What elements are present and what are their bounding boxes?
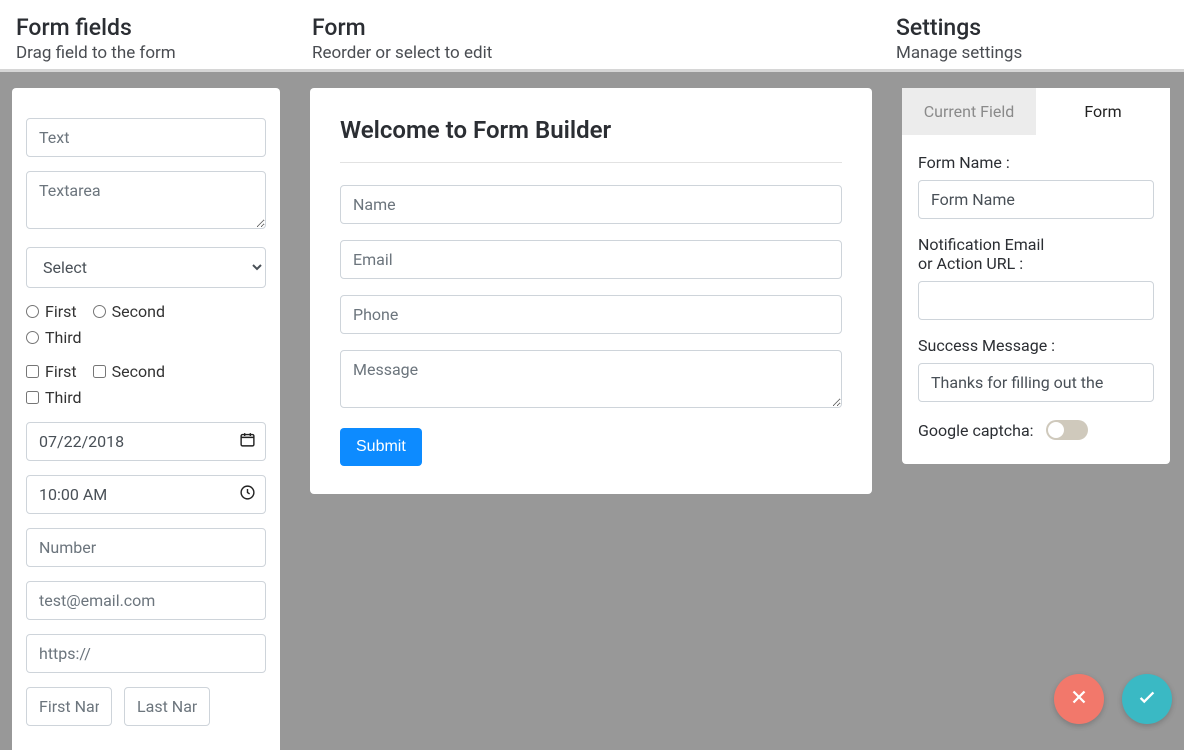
palette-email[interactable] [26,581,266,620]
palette-date[interactable] [26,422,266,461]
form-name-label: Form Name : [918,153,1154,172]
palette-radio-third[interactable]: Third [26,328,82,347]
confirm-button[interactable] [1122,674,1172,724]
palette-lastname-input[interactable] [124,687,210,726]
header-title-form: Form [312,14,888,41]
form-field-phone[interactable] [340,295,842,334]
check-first-label: First [45,362,77,381]
form-email-input[interactable] [340,240,842,279]
settings-body: Form Name : Notification Email or Action… [902,135,1170,464]
palette-date-input[interactable] [26,422,266,461]
palette-url-input[interactable] [26,634,266,673]
palette-name-row[interactable] [26,687,266,726]
palette-check-third[interactable]: Third [26,388,82,407]
captcha-label: Google captcha: [918,421,1034,440]
captcha-row: Google captcha: [918,420,1154,440]
check-third-label: Third [45,388,82,407]
palette-url[interactable] [26,634,266,673]
palette-number[interactable] [26,528,266,567]
captcha-toggle[interactable] [1046,420,1088,440]
palette-email-input[interactable] [26,581,266,620]
settings-tabs: Current Field Form [902,88,1170,135]
header-sub-settings: Manage settings [896,43,1168,63]
palette-textarea[interactable] [26,171,266,233]
palette-checkbox-group[interactable]: First Second Third [26,362,266,408]
palette-text-input[interactable] [26,118,266,157]
check-second-input[interactable] [93,365,106,378]
palette-select-input[interactable]: Select [26,247,266,288]
form-field-name[interactable] [340,185,842,224]
form-name-input[interactable] [340,185,842,224]
settings-panel: Current Field Form Form Name : Notificat… [902,88,1170,464]
palette-radio-group[interactable]: First Second Third [26,302,266,348]
form-divider [340,162,842,163]
form-message-input[interactable] [340,350,842,408]
check-icon [1136,686,1158,712]
palette-time[interactable] [26,475,266,514]
fab-row [1054,674,1172,724]
check-third-input[interactable] [26,391,39,404]
radio-third-input[interactable] [26,331,39,344]
form-phone-input[interactable] [340,295,842,334]
palette-radio-first[interactable]: First [26,302,77,321]
radio-first-label: First [45,302,77,321]
palette-radio-second[interactable]: Second [93,302,165,321]
header-title-settings: Settings [896,14,1168,41]
header-col-settings: Settings Manage settings [892,14,1172,63]
tab-current-field[interactable]: Current Field [902,88,1036,135]
palette-text[interactable] [26,118,266,157]
palette-select[interactable]: Select [26,247,266,288]
palette-check-second[interactable]: Second [93,362,165,381]
palette-textarea-input[interactable] [26,171,266,229]
check-first-input[interactable] [26,365,39,378]
header-col-fields: Form fields Drag field to the form [12,14,308,63]
form-field-email[interactable] [340,240,842,279]
palette-check-first[interactable]: First [26,362,77,381]
header-col-form: Form Reorder or select to edit [308,14,892,63]
close-icon [1068,686,1090,712]
radio-second-input[interactable] [93,305,106,318]
header-sub-form: Reorder or select to edit [312,43,888,63]
notification-label-line1: Notification Email [918,235,1044,254]
palette-time-input[interactable] [26,475,266,514]
palette-number-input[interactable] [26,528,266,567]
radio-first-input[interactable] [26,305,39,318]
form-field-message[interactable] [340,350,842,412]
notification-input[interactable] [918,281,1154,320]
check-second-label: Second [112,362,165,381]
app-root: Form fields Drag field to the form Form … [0,0,1184,750]
header-sub-fields: Drag field to the form [16,43,304,63]
form-title: Welcome to Form Builder [340,116,842,144]
header-title-fields: Form fields [16,14,304,41]
form-preview-panel: Welcome to Form Builder Submit [310,88,872,494]
submit-button[interactable]: Submit [340,428,422,466]
body-area: Select First Second Third First Second T… [0,72,1184,750]
field-palette-panel: Select First Second Third First Second T… [12,88,280,750]
palette-firstname-input[interactable] [26,687,112,726]
radio-third-label: Third [45,328,82,347]
tab-form[interactable]: Form [1036,88,1170,135]
success-message-label: Success Message : [918,336,1154,355]
header-bar: Form fields Drag field to the form Form … [0,0,1184,72]
radio-second-label: Second [112,302,165,321]
cancel-button[interactable] [1054,674,1104,724]
notification-label-line2: or Action URL : [918,254,1023,273]
notification-label: Notification Email or Action URL : [918,235,1154,273]
success-message-input[interactable] [918,363,1154,402]
form-name-setting-input[interactable] [918,180,1154,219]
